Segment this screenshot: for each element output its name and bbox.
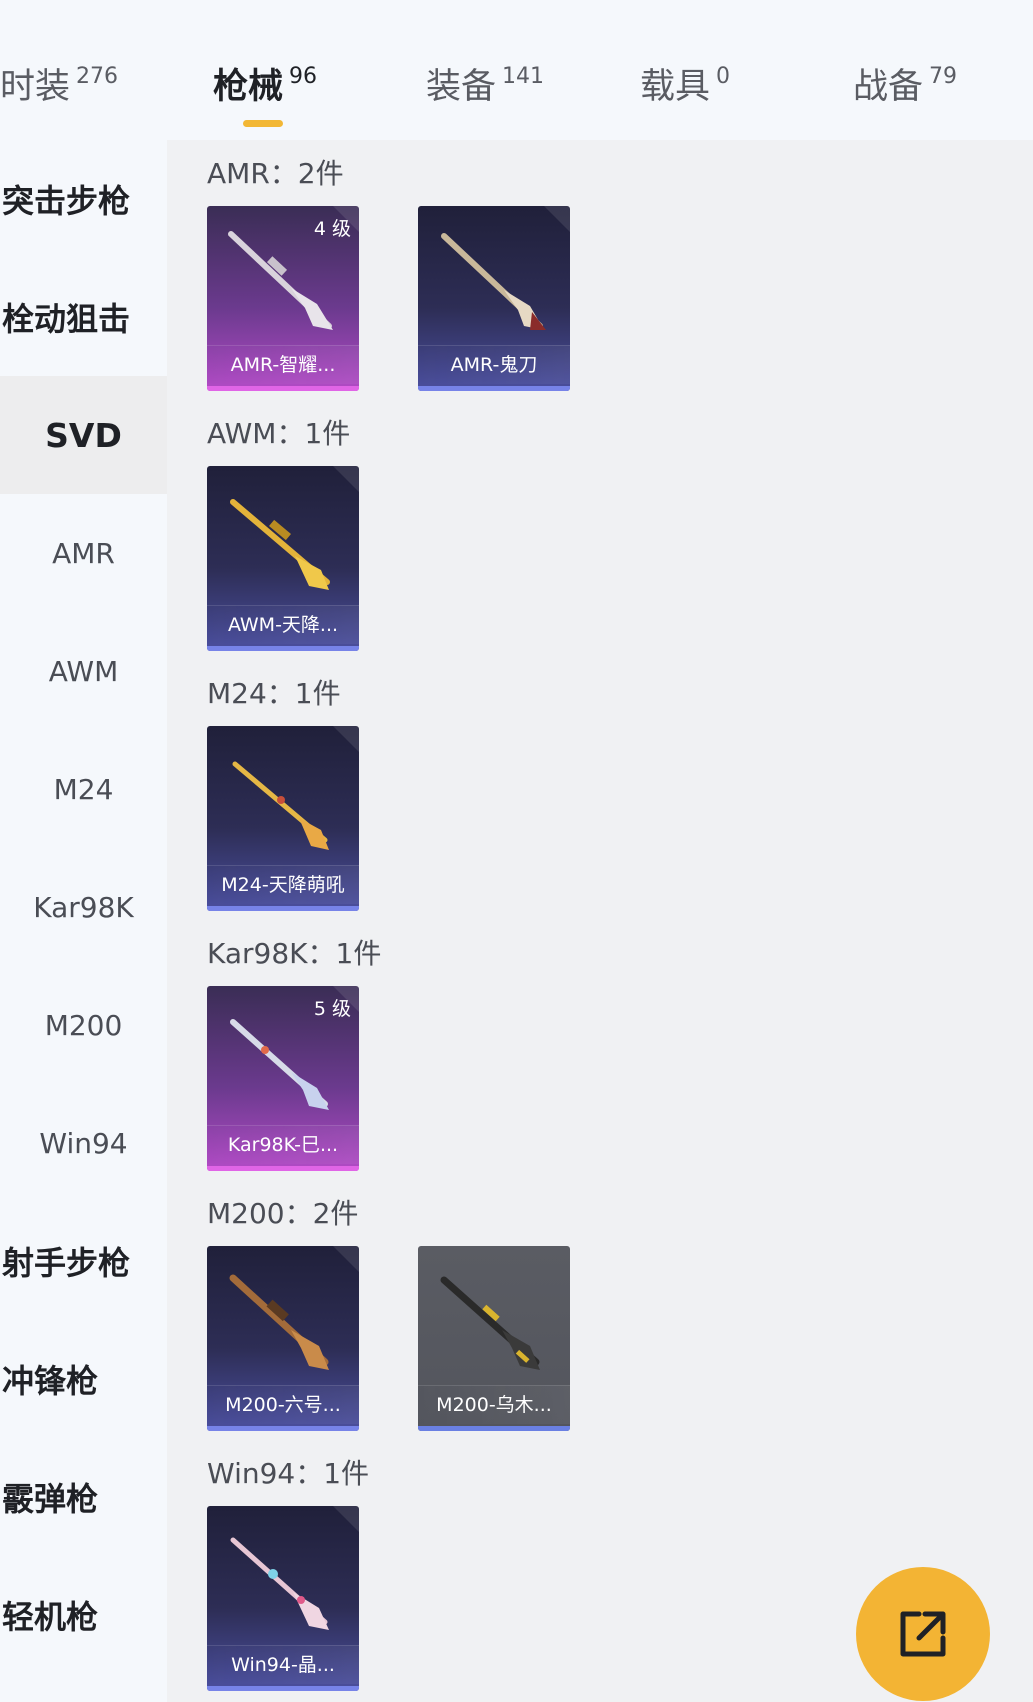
rarity-bar	[207, 646, 359, 651]
rarity-bar	[207, 1426, 359, 1431]
tab-count: 276	[76, 64, 119, 89]
card-name: AWM-天降...	[207, 605, 359, 644]
group-title: Kar98K：1件	[207, 937, 382, 970]
card-name: M200-乌木...	[418, 1385, 570, 1424]
sidebar-item-label: SVD	[45, 415, 122, 455]
card-name: Kar98K-巳...	[207, 1125, 359, 1164]
sidebar-item-label: 霰弹枪	[2, 1480, 99, 1518]
sidebar-item-marksman-rifle[interactable]: 射手步枪	[0, 1202, 167, 1320]
tab-count: 141	[502, 64, 545, 89]
rifle-icon	[230, 1019, 329, 1110]
skin-card[interactable]: AMR-鬼刀	[418, 206, 570, 391]
weapon-skin-list: AMR：2件 4 级 AMR-智耀... AMR-鬼刀 AWM：1件 AWM-天…	[167, 140, 1033, 1702]
share-button[interactable]	[856, 1567, 990, 1701]
group-title: Win94：1件	[207, 1457, 370, 1490]
tab-label: 时装	[0, 67, 71, 107]
sidebar-item-svd[interactable]: SVD	[0, 376, 167, 494]
rifle-icon	[441, 233, 546, 330]
tab-label: 枪械	[213, 67, 284, 107]
group-title: AMR：2件	[207, 157, 344, 190]
sidebar-item-kar98k[interactable]: Kar98K	[0, 848, 167, 966]
sidebar-item-label: AMR	[52, 536, 115, 570]
card-level: 4 级	[313, 218, 351, 240]
sidebar-item-label: Kar98K	[33, 890, 134, 924]
share-external-icon	[900, 1611, 946, 1657]
tab-active-indicator	[243, 120, 283, 127]
sidebar-item-assault-rifle[interactable]: 突击步枪	[0, 140, 167, 258]
tab-vehicles[interactable]: 载具 0	[640, 58, 730, 118]
sidebar-item-label: 突击步枪	[2, 182, 131, 220]
rifle-icon	[440, 1276, 540, 1370]
rifle-icon	[230, 499, 330, 590]
rarity-bar	[207, 386, 359, 391]
sidebar-item-shotgun[interactable]: 霰弹枪	[0, 1438, 167, 1556]
sidebar-item-amr[interactable]: AMR	[0, 494, 167, 612]
sidebar: 突击步枪 栓动狙击 SVD AMR AWM M24 Kar98K M200 Wi…	[0, 140, 167, 1702]
rifle-icon	[230, 1537, 329, 1630]
tab-label: 载具	[640, 67, 711, 107]
tab-count: 79	[929, 64, 958, 89]
sidebar-item-lmg[interactable]: 轻机枪	[0, 1556, 167, 1674]
sidebar-item-label: 射手步枪	[2, 1244, 131, 1282]
sidebar-item-m24[interactable]: M24	[0, 730, 167, 848]
skin-card[interactable]: AWM-天降...	[207, 466, 359, 651]
skin-card[interactable]: M200-六号...	[207, 1246, 359, 1431]
rarity-bar	[418, 1426, 570, 1431]
sidebar-item-win94[interactable]: Win94	[0, 1084, 167, 1202]
tab-fashion[interactable]: 时装 276	[0, 58, 118, 118]
rifle-icon	[228, 231, 333, 330]
card-level: 5 级	[313, 998, 351, 1020]
category-tabs: 时装 276 枪械 96 装备 141 载具 0 战备 79	[0, 0, 1033, 140]
tab-label: 装备	[426, 67, 497, 107]
sidebar-item-smg[interactable]: 冲锋枪	[0, 1320, 167, 1438]
sidebar-item-bolt-sniper[interactable]: 栓动狙击	[0, 258, 167, 376]
skin-card[interactable]: Win94-晶...	[207, 1506, 359, 1691]
rarity-bar	[207, 906, 359, 911]
sidebar-item-label: 栓动狙击	[2, 300, 131, 338]
sidebar-item-label: Win94	[39, 1126, 128, 1160]
card-name: M24-天降萌吼	[207, 865, 359, 904]
skin-card[interactable]: 4 级 AMR-智耀...	[207, 206, 359, 391]
group-title: M200：2件	[207, 1197, 359, 1230]
sidebar-item-awm[interactable]: AWM	[0, 612, 167, 730]
rifle-icon	[229, 1274, 329, 1370]
tab-count: 96	[289, 64, 318, 89]
card-name: AMR-智耀...	[207, 345, 359, 384]
tab-label: 战备	[853, 67, 924, 107]
sidebar-item-label: M200	[44, 1008, 123, 1042]
rarity-bar	[418, 386, 570, 391]
rifle-icon	[232, 761, 329, 850]
group-title: M24：1件	[207, 677, 341, 710]
tab-firearms[interactable]: 枪械 96	[213, 58, 318, 127]
sidebar-item-label: AWM	[48, 654, 119, 688]
skin-card[interactable]: 5 级 Kar98K-巳...	[207, 986, 359, 1171]
group-title: AWM：1件	[207, 417, 351, 450]
skin-card[interactable]: M24-天降萌吼	[207, 726, 359, 911]
skin-card[interactable]: M200-乌木...	[418, 1246, 570, 1431]
sidebar-item-label: 轻机枪	[2, 1598, 99, 1636]
card-name: Win94-晶...	[207, 1645, 359, 1684]
tab-equipment[interactable]: 装备 141	[426, 58, 544, 118]
card-name: AMR-鬼刀	[418, 345, 570, 384]
rarity-bar	[207, 1686, 359, 1691]
rarity-bar	[207, 1166, 359, 1171]
tab-supplies[interactable]: 战备 79	[853, 58, 957, 118]
sidebar-item-label: M24	[53, 772, 114, 806]
sidebar-item-m200[interactable]: M200	[0, 966, 167, 1084]
card-name: M200-六号...	[207, 1385, 359, 1424]
tab-count: 0	[716, 64, 731, 89]
sidebar-item-label: 冲锋枪	[2, 1362, 99, 1400]
